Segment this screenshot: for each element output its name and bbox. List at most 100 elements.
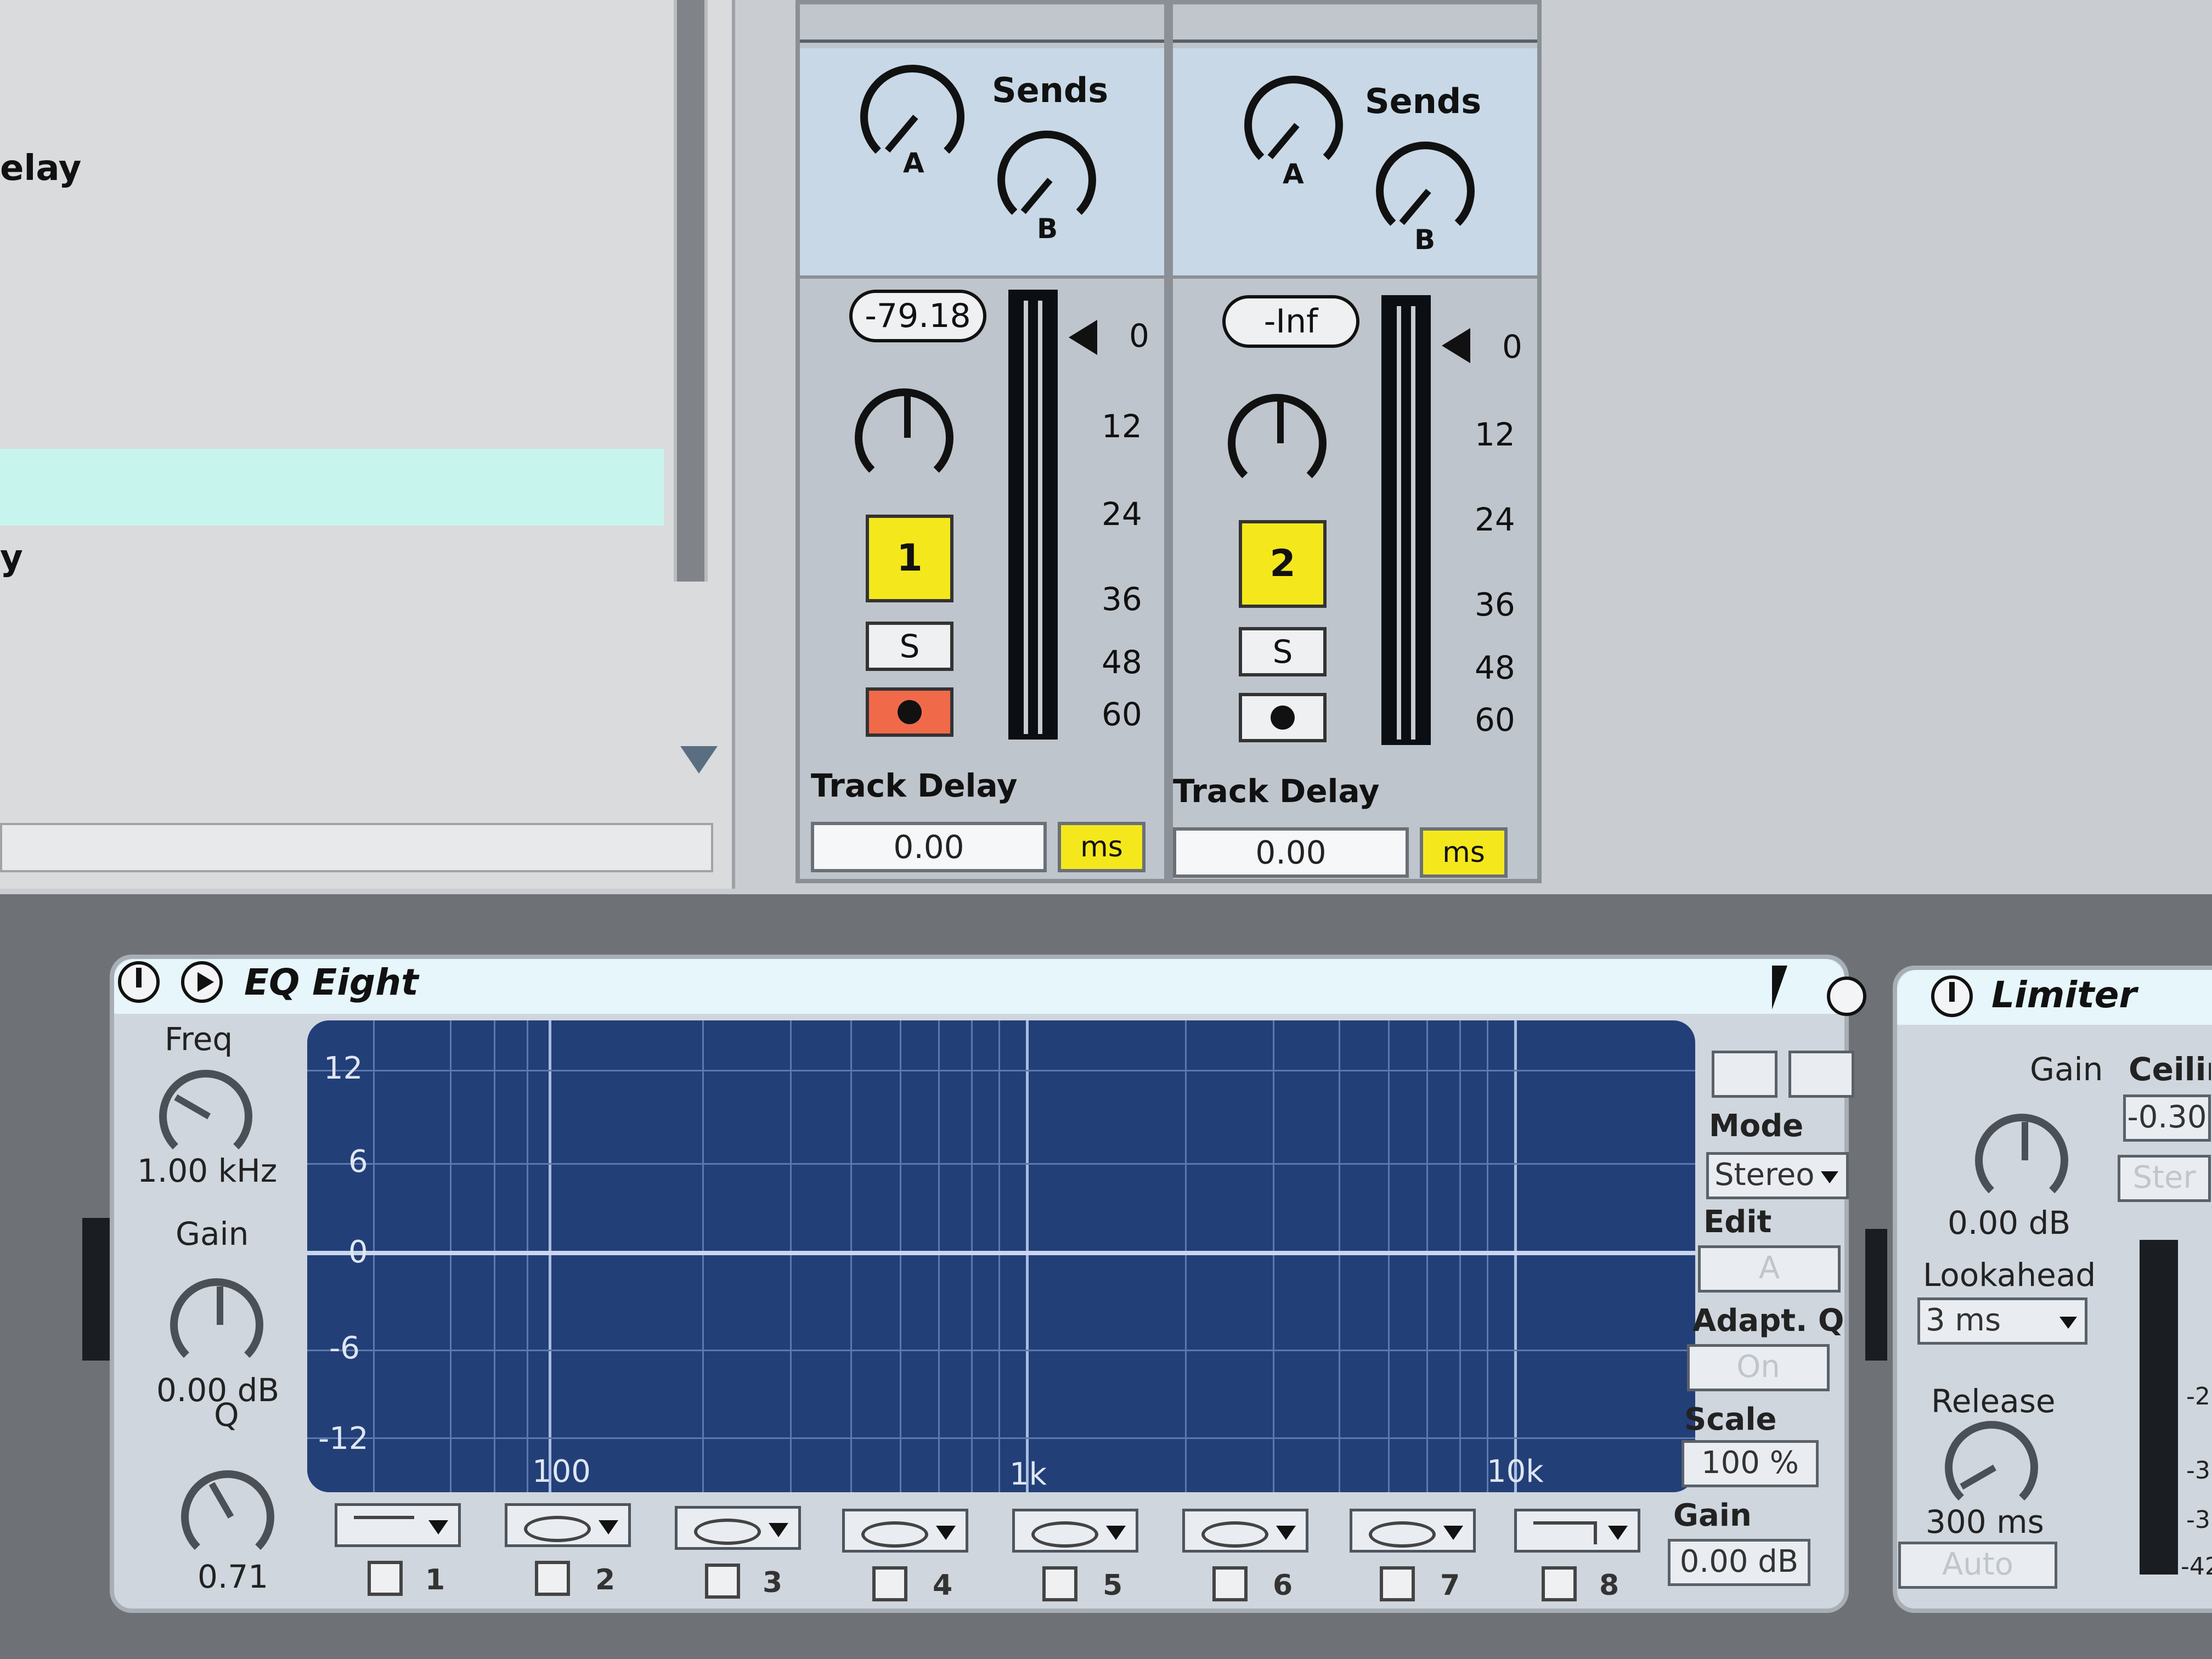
solo-button[interactable]: S (1239, 627, 1327, 676)
track-activator-button[interactable]: 2 (1239, 520, 1327, 608)
mode-label: Mode (1709, 1108, 1804, 1144)
level-meter (1381, 295, 1431, 745)
x-axis-label: 100 (532, 1454, 591, 1489)
pan-knob[interactable] (855, 388, 953, 487)
browser-item-label[interactable]: y (0, 538, 23, 578)
freq-label: Freq (165, 1020, 233, 1058)
band-2-enable-checkbox[interactable] (535, 1561, 570, 1596)
limiter-meter-label: -2 (2186, 1383, 2210, 1410)
track-activator-button[interactable]: 1 (866, 515, 953, 602)
release-knob[interactable] (1945, 1421, 2038, 1514)
chevron-down-icon (2059, 1317, 2077, 1329)
lookahead-label: Lookahead (1923, 1256, 2096, 1294)
save-preset-icon[interactable] (1827, 977, 1866, 1016)
track-delay-label: Track Delay (1173, 772, 1380, 810)
limiter-title: Limiter (1991, 974, 2137, 1016)
band-6-filter-type[interactable] (1182, 1509, 1308, 1553)
y-axis-label: 0 (348, 1234, 368, 1270)
band-8-enable-checkbox[interactable] (1542, 1566, 1577, 1601)
edit-toggle[interactable]: A (1698, 1245, 1841, 1293)
scroll-down-icon[interactable] (680, 746, 718, 774)
chevron-down-icon (1821, 1171, 1838, 1183)
q-value[interactable]: 0.71 (198, 1558, 268, 1595)
auto-release-toggle[interactable]: Auto (1898, 1542, 2057, 1589)
meter-scale-label: 24 (1475, 501, 1515, 538)
band-number: 5 (1103, 1569, 1123, 1602)
arm-button[interactable] (866, 687, 953, 737)
browser-item-label[interactable]: elay (0, 148, 81, 189)
mixer-strip-2: Sends A B -Inf 2 S 0 12 24 36 48 60 Trac… (1169, 0, 1542, 883)
strip-header (800, 4, 1164, 43)
limiter-gain-value[interactable]: 0.00 dB (1948, 1204, 2070, 1242)
band-1-filter-type[interactable] (335, 1503, 461, 1547)
meter-scale-label: 36 (1475, 586, 1515, 623)
band-number: 6 (1273, 1569, 1293, 1602)
band-3-filter-type[interactable] (675, 1506, 801, 1550)
band-1-enable-checkbox[interactable] (368, 1561, 403, 1596)
mode-dropdown[interactable]: Stereo (1706, 1152, 1849, 1199)
browser-selected-row[interactable] (0, 449, 664, 526)
track-delay-field[interactable]: 0.00 (811, 822, 1047, 872)
freq-knob[interactable] (159, 1070, 252, 1163)
eq-gain-label: Gain (176, 1215, 249, 1252)
q-knob[interactable] (181, 1470, 274, 1564)
sends-section: Sends A B (1173, 48, 1537, 279)
volume-display[interactable]: -79.18 (849, 290, 986, 342)
send-a-label: A (903, 147, 924, 179)
pan-knob[interactable] (1228, 394, 1327, 493)
eq-hot-swap-icon[interactable] (181, 961, 223, 1003)
solo-button[interactable]: S (866, 622, 953, 671)
band-7-filter-type[interactable] (1350, 1509, 1476, 1553)
limiter-gain-knob[interactable] (1975, 1114, 2068, 1207)
eq-eight-title: EQ Eight (244, 961, 419, 1003)
volume-marker-icon[interactable] (1442, 328, 1470, 363)
y-axis-label: 6 (348, 1144, 368, 1180)
limiter-power-icon[interactable] (1931, 975, 1973, 1017)
track-delay-unit-button[interactable]: ms (1420, 827, 1508, 878)
meter-scale-label: 60 (1102, 696, 1142, 733)
band-7-enable-checkbox[interactable] (1380, 1566, 1415, 1601)
eq-adaptive-icon[interactable] (1712, 1051, 1778, 1098)
y-axis-label: -6 (329, 1330, 360, 1366)
ceiling-value[interactable]: -0.30 (2123, 1094, 2211, 1142)
y-axis-label: -12 (318, 1421, 369, 1457)
band-5-filter-type[interactable] (1012, 1509, 1138, 1553)
volume-display[interactable]: -Inf (1222, 295, 1359, 348)
scale-value[interactable]: 100 % (1681, 1440, 1819, 1487)
eq-frequency-graph[interactable]: 12 6 0 -6 -12 100 1k 10k (307, 1020, 1695, 1492)
meter-scale-label: 48 (1475, 649, 1515, 686)
limiter-meter-label: -3 (2186, 1457, 2210, 1485)
browser-info-bar (0, 823, 713, 872)
band-8-filter-type[interactable] (1514, 1509, 1640, 1553)
band-2-filter-type[interactable] (505, 1503, 631, 1547)
sends-label: Sends (992, 70, 1109, 110)
band-5-enable-checkbox[interactable] (1042, 1566, 1077, 1601)
band-4-enable-checkbox[interactable] (872, 1566, 907, 1601)
strip-header (1173, 4, 1537, 43)
eq-gain-knob[interactable] (170, 1278, 263, 1372)
band-3-enable-checkbox[interactable] (705, 1564, 740, 1599)
stereo-toggle[interactable]: Ster (2118, 1155, 2211, 1202)
arm-button[interactable] (1239, 693, 1327, 742)
meter-scale-label: 0 (1129, 317, 1149, 354)
band-number: 4 (933, 1569, 953, 1602)
band-6-enable-checkbox[interactable] (1212, 1566, 1248, 1601)
spectrum-analyzer-icon[interactable] (1788, 1051, 1854, 1098)
output-gain-value[interactable]: 0.00 dB (1668, 1539, 1810, 1586)
q-label: Q (214, 1396, 239, 1434)
lookahead-dropdown[interactable]: 3 ms (1917, 1297, 2087, 1345)
edit-label: Edit (1703, 1204, 1772, 1240)
browser-scrollbar-thumb[interactable] (677, 0, 704, 582)
track-delay-unit-button[interactable]: ms (1058, 822, 1146, 872)
freq-value[interactable]: 1.00 kHz (137, 1152, 277, 1189)
band-4-filter-type[interactable] (842, 1509, 968, 1553)
release-value[interactable]: 300 ms (1926, 1503, 2044, 1541)
track-delay-field[interactable]: 0.00 (1173, 827, 1409, 878)
meter-scale-label: 12 (1475, 416, 1515, 453)
volume-marker-icon[interactable] (1069, 320, 1097, 355)
y-axis-label: 12 (324, 1051, 363, 1086)
browser-panel: elay y (0, 0, 735, 889)
eq-output-meter (1865, 1229, 1887, 1361)
eq-power-icon[interactable] (118, 961, 160, 1003)
adaptive-q-toggle[interactable]: On (1687, 1344, 1830, 1391)
